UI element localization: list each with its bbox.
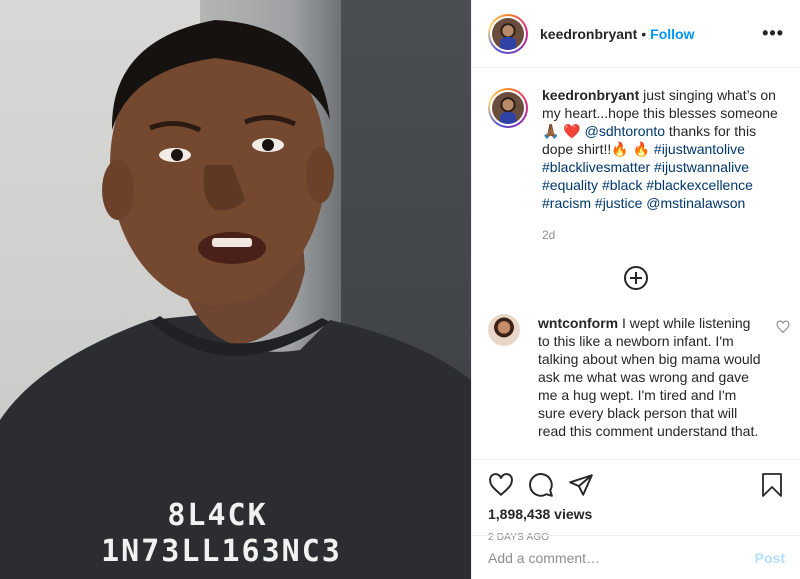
- shirt-text-line-2: 1N73LL163NC3: [101, 534, 342, 569]
- comment-text: I wept while listening to this like a ne…: [538, 315, 761, 439]
- post-sidebar: keedronbryant • Follow ••• keedronbryant…: [471, 0, 800, 579]
- author-avatar-image: [492, 17, 524, 50]
- comment-item: wntconform I wept while listening to thi…: [472, 290, 800, 440]
- post-video[interactable]: 8L4CK 1N73LL163NC3: [0, 0, 471, 579]
- caption-username[interactable]: keedronbryant: [542, 87, 639, 103]
- header-text: keedronbryant • Follow: [540, 26, 694, 42]
- caption-mention-mstinalawson[interactable]: @mstinalawson: [646, 195, 745, 211]
- author-username[interactable]: keedronbryant: [540, 26, 637, 42]
- plus-circle-icon[interactable]: [624, 266, 648, 290]
- instagram-post: 8L4CK 1N73LL163NC3 keedronbryant • Follo…: [0, 0, 800, 579]
- view-count[interactable]: 1,898,438 views: [488, 506, 784, 522]
- follow-button[interactable]: Follow: [650, 26, 694, 42]
- post-caption: keedronbryant just singing what’s on my …: [472, 68, 800, 244]
- more-options-icon[interactable]: •••: [762, 23, 784, 44]
- caption-avatar-image: [492, 92, 524, 124]
- hashtag-link[interactable]: #ijustwannalive: [654, 159, 749, 175]
- hashtag-link[interactable]: #justice: [595, 195, 642, 211]
- hashtag-link[interactable]: #blacklivesmatter: [542, 159, 650, 175]
- save-bookmark-icon[interactable]: [760, 472, 784, 498]
- caption-avatar[interactable]: [488, 88, 528, 128]
- commenter-avatar[interactable]: [488, 314, 520, 346]
- share-paper-plane-icon[interactable]: [568, 472, 594, 498]
- caption-mention-sdhtoronto[interactable]: @sdhtoronto: [585, 123, 665, 139]
- comment-input[interactable]: Add a comment…: [488, 550, 600, 566]
- comment-bubble-icon[interactable]: [528, 472, 554, 498]
- commenter-username[interactable]: wntconform: [538, 315, 618, 331]
- like-heart-icon[interactable]: [488, 472, 514, 498]
- caption-timestamp[interactable]: 2d: [542, 226, 784, 244]
- post-header: keedronbryant • Follow •••: [472, 0, 800, 68]
- hashtag-link[interactable]: #blackexcellence: [646, 177, 753, 193]
- separator-dot: •: [641, 25, 647, 42]
- comment-body: wntconform I wept while listening to thi…: [538, 314, 763, 440]
- post-comment-button[interactable]: Post: [755, 550, 785, 566]
- add-comment-bar: Add a comment… Post: [472, 535, 800, 579]
- load-more-comments: [472, 266, 800, 290]
- action-icons: [488, 470, 784, 500]
- hashtag-link[interactable]: #equality: [542, 177, 598, 193]
- hashtag-link[interactable]: #ijustwantolive: [654, 141, 745, 157]
- hashtag-link[interactable]: #racism: [542, 195, 591, 211]
- author-avatar[interactable]: [488, 13, 528, 54]
- comments-area[interactable]: keedronbryant just singing what’s on my …: [472, 68, 800, 459]
- comment-like-heart-icon[interactable]: [776, 320, 790, 334]
- shirt-text-line-1: 8L4CK: [167, 498, 268, 533]
- caption-body: keedronbryant just singing what’s on my …: [542, 86, 784, 244]
- person-figure: [0, 20, 471, 579]
- hashtag-link[interactable]: #black: [602, 177, 642, 193]
